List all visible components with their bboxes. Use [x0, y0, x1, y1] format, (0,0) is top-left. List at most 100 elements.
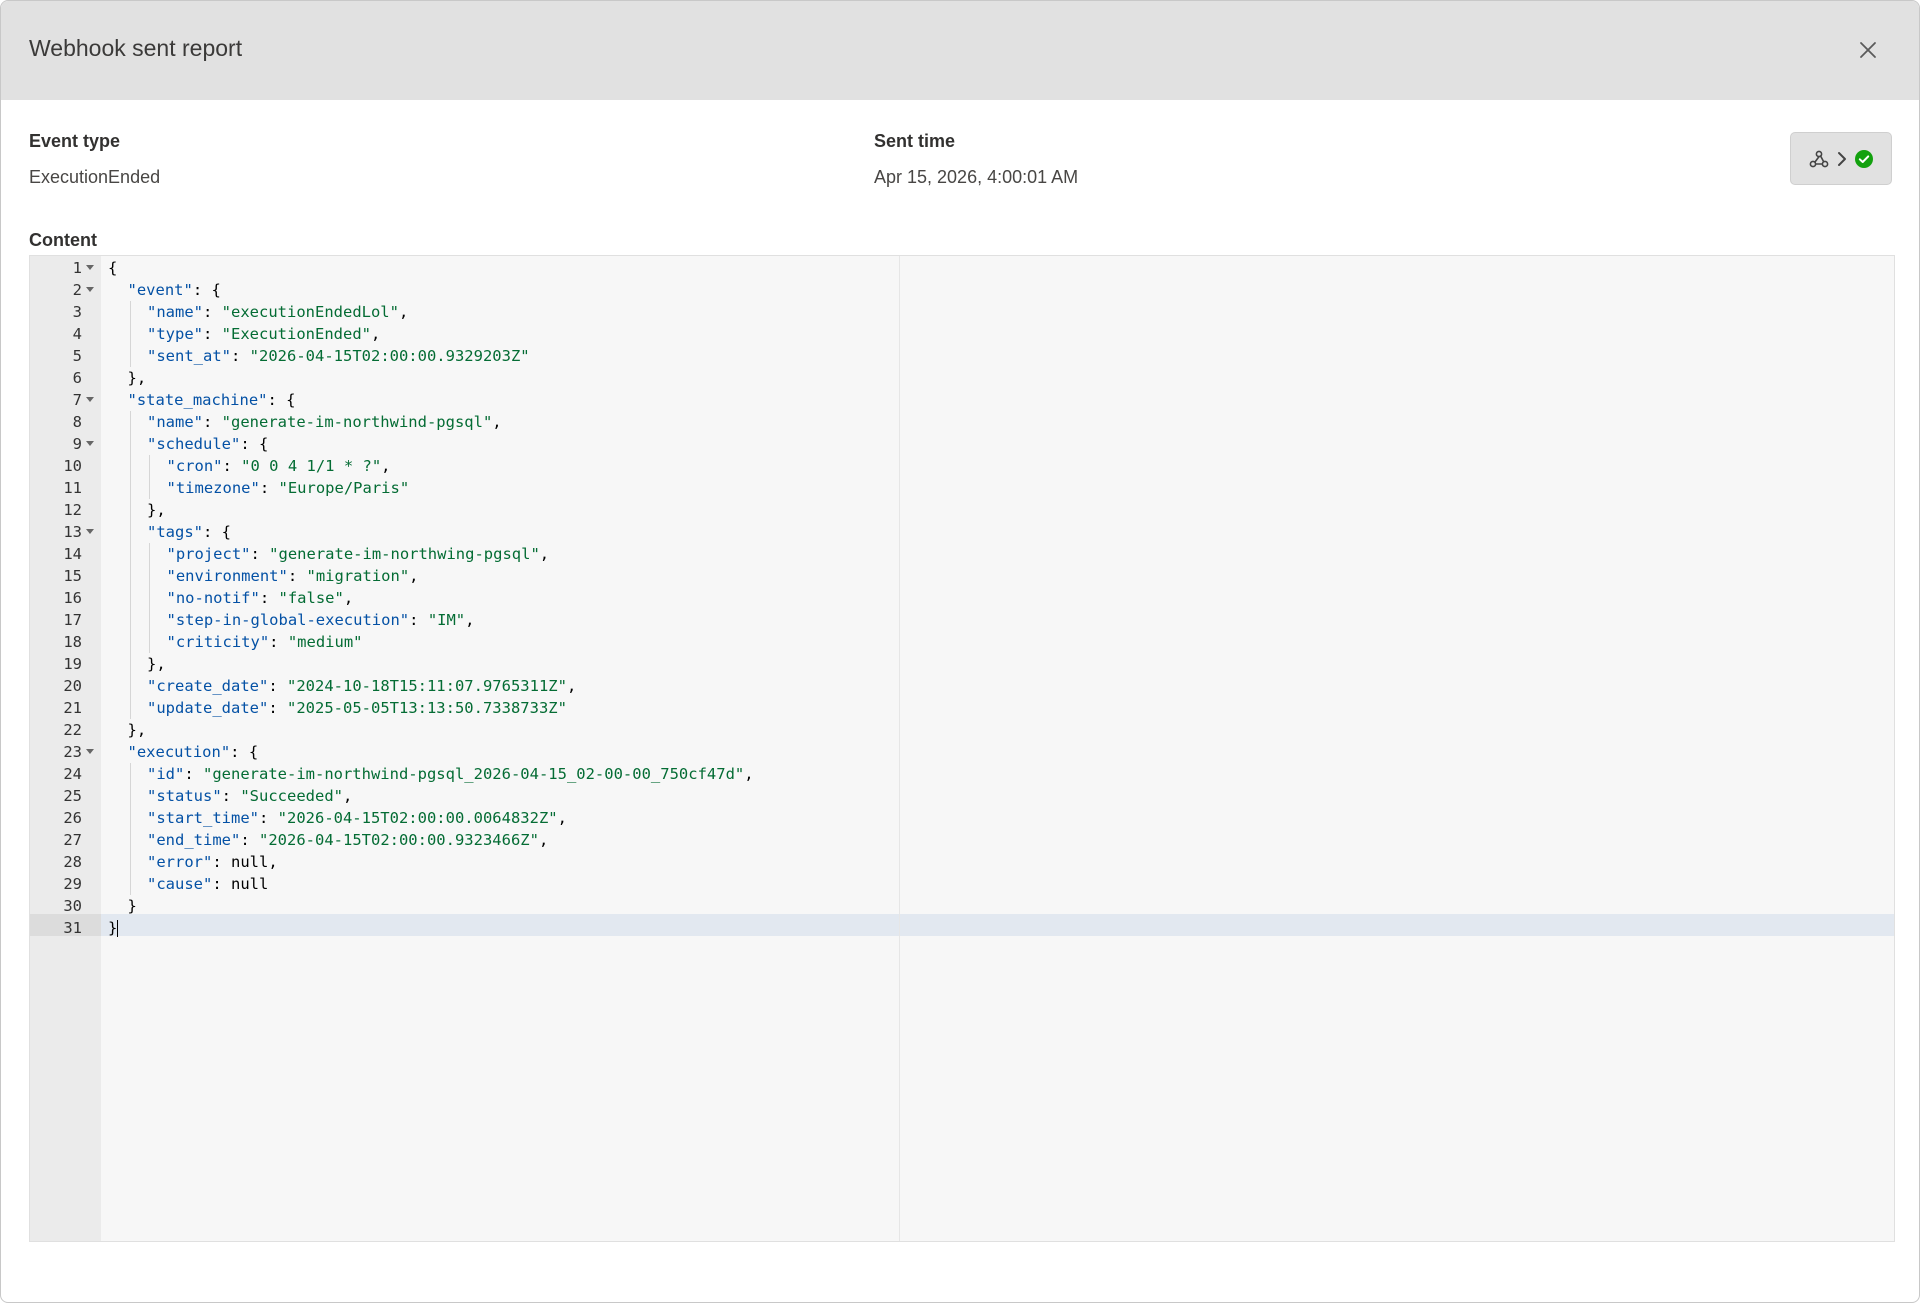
line-number: 26 [63, 809, 82, 827]
json-punctuation: , [566, 677, 577, 695]
json-punctuation: : [203, 413, 222, 431]
code-line: 19}, [30, 653, 1894, 675]
line-number: 12 [63, 501, 82, 519]
indent-guide [149, 543, 150, 565]
indent-guide [129, 653, 131, 675]
code-text: "create_date": "2024-10-18T15:11:07.9765… [147, 675, 576, 697]
json-string: "2026-04-15T02:00:00.9323466Z" [259, 831, 539, 849]
code-line: 17 "step-in-global-execution": "IM", [30, 609, 1894, 631]
indent-guide [129, 609, 131, 631]
json-key: "tags" [147, 523, 203, 541]
json-punctuation: }, [147, 655, 166, 673]
json-punctuation: : { [230, 743, 259, 761]
json-punctuation: : [221, 787, 241, 805]
json-string: "generate-im-northwind-pgsql_2026-04-15_… [203, 765, 745, 783]
json-key: "state_machine" [127, 391, 268, 409]
code-text: "start_time": "2026-04-15T02:00:00.00648… [147, 807, 567, 829]
line-number: 25 [63, 787, 82, 805]
indent-guide [129, 345, 131, 367]
indent-guide [129, 521, 131, 543]
json-punctuation: : [212, 875, 231, 893]
code-text: "criticity": "medium" [167, 631, 363, 653]
code-text: "sent_at": "2026-04-15T02:00:00.9329203Z… [147, 345, 530, 367]
line-number: 1 [72, 259, 82, 277]
json-punctuation: , [343, 589, 354, 607]
indent-guide [129, 323, 131, 345]
code-text: "name": "generate-im-northwind-pgsql", [147, 411, 502, 433]
code-text: "status": "Succeeded", [147, 785, 352, 807]
line-number: 28 [63, 853, 82, 871]
json-string: "migration" [306, 567, 410, 585]
sent-time-label: Sent time [874, 131, 956, 151]
json-key: "execution" [127, 743, 231, 761]
fold-toggle-icon[interactable] [86, 749, 94, 754]
code-text: "no-notif": "false", [167, 587, 354, 609]
indent-guide [129, 543, 131, 565]
line-number: 21 [63, 699, 82, 717]
json-punctuation: , [538, 831, 549, 849]
json-string: "Europe/Paris" [278, 479, 410, 497]
code-line: 18 "criticity": "medium" [30, 631, 1894, 653]
code-text: "update_date": "2025-05-05T13:13:50.7338… [147, 697, 567, 719]
code-text: "id": "generate-im-northwind-pgsql_2026-… [147, 763, 754, 785]
delivery-status-chip[interactable] [1790, 132, 1892, 185]
json-string: "0 0 4 1/1 * ?" [241, 457, 382, 475]
json-key: "status" [147, 787, 222, 805]
indent-guide [149, 565, 150, 587]
indent-guide [129, 455, 131, 477]
indent-guide [129, 631, 131, 653]
fold-toggle-icon[interactable] [86, 265, 94, 270]
json-string: "generate-im-northwind-pgsql" [221, 413, 493, 431]
json-key: "event" [127, 281, 193, 299]
fold-toggle-icon[interactable] [86, 287, 94, 292]
json-string: "generate-im-northwing-pgsql" [269, 545, 540, 563]
line-number: 14 [63, 545, 82, 563]
line-number: 30 [63, 897, 82, 915]
code-line: 21 "update_date": "2025-05-05T13:13:50.73… [30, 697, 1894, 719]
code-line: 7 "state_machine": { [30, 389, 1894, 411]
json-key: "sent_at" [147, 347, 231, 365]
success-check-icon [1855, 149, 1873, 168]
json-punctuation: : { [240, 435, 269, 453]
json-punctuation: : { [192, 281, 221, 299]
line-number: 29 [63, 875, 82, 893]
indent-guide [149, 477, 150, 499]
code-line: 16 "no-notif": "false", [30, 587, 1894, 609]
json-punctuation: } [108, 919, 118, 937]
json-key: "step-in-global-execution" [166, 611, 410, 629]
indent-guide [129, 785, 131, 807]
dialog-title: Webhook sent report [29, 35, 243, 61]
json-string: "executionEndedLol" [221, 303, 399, 321]
code-line: 10 "cron": "0 0 4 1/1 * ?", [30, 455, 1894, 477]
code-text: "cause": null [147, 873, 268, 895]
line-number: 17 [63, 611, 82, 629]
fold-toggle-icon[interactable] [86, 441, 94, 446]
json-punctuation: : [184, 765, 203, 783]
code-line: 12}, [30, 499, 1894, 521]
indent-guide [129, 433, 131, 455]
fold-toggle-icon[interactable] [86, 529, 94, 534]
code-text: "event": { [128, 279, 221, 301]
json-string: "medium" [287, 633, 363, 651]
code-line: 5 "sent_at": "2026-04-15T02:00:00.9329203… [30, 345, 1894, 367]
fold-toggle-icon[interactable] [86, 397, 94, 402]
code-line: 28 "error": null, [30, 851, 1894, 873]
close-button[interactable] [1855, 37, 1881, 63]
event-type-label: Event type [29, 131, 121, 151]
indent-guide [129, 697, 131, 719]
code-text: } [128, 895, 137, 917]
json-code-editor[interactable]: 1{2 "event": {3 "name": "executionEndedLol… [29, 255, 1895, 1242]
json-punctuation: : [269, 633, 288, 651]
json-punctuation: , [557, 809, 567, 827]
indent-guide [129, 675, 131, 697]
json-key: "error" [147, 853, 213, 871]
json-punctuation: , [268, 853, 278, 871]
json-key: "type" [147, 325, 203, 343]
json-string: "IM" [427, 611, 466, 629]
json-punctuation: : [240, 831, 259, 849]
indent-guide [129, 873, 131, 895]
line-number: 22 [63, 721, 82, 739]
webhook-report-dialog: Webhook sent report Event type Execution… [0, 0, 1920, 1303]
code-line: 2 "event": { [30, 279, 1894, 301]
line-number: 9 [72, 435, 82, 453]
